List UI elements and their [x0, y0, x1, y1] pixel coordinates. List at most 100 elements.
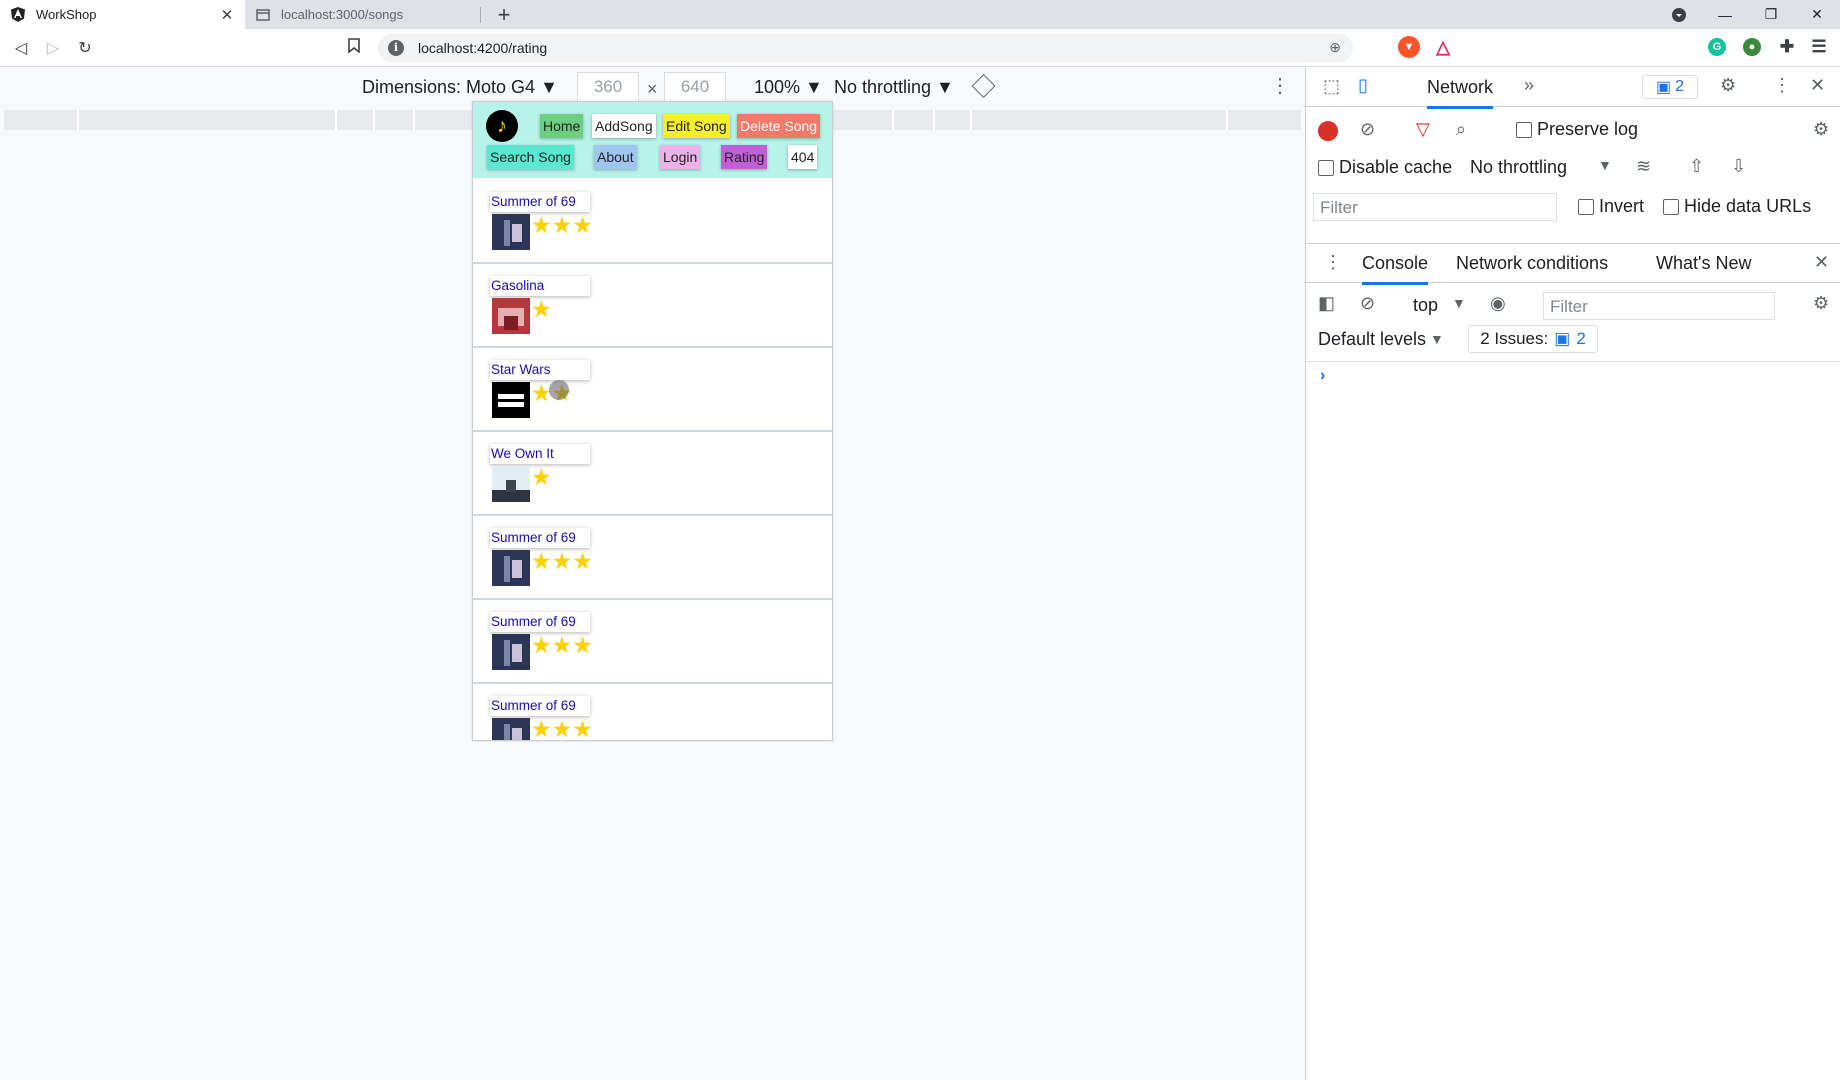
- browser-toolbar: ◁ ▷ ↻ i localhost:4200/rating ⊕ ▼ △ G ● …: [0, 29, 1840, 67]
- minimize-icon[interactable]: —: [1702, 0, 1748, 29]
- tab-network[interactable]: Network: [1427, 77, 1494, 109]
- tab-network-conditions[interactable]: Network conditions: [1456, 253, 1608, 274]
- new-tab-button[interactable]: +: [490, 0, 518, 29]
- song-card: Summer of 69 ★★★: [473, 684, 832, 740]
- tab-whats-new[interactable]: What's New: [1656, 253, 1751, 274]
- nav-rating-button[interactable]: Rating: [721, 145, 768, 169]
- star-rating[interactable]: ★★★: [531, 546, 593, 576]
- extensions-puzzle-icon[interactable]: ✚: [1776, 36, 1798, 58]
- close-drawer-icon[interactable]: ✕: [1814, 252, 1829, 273]
- levels-dropdown-icon[interactable]: ▼: [1430, 331, 1444, 347]
- album-thumbnail: [492, 550, 530, 586]
- star-rating[interactable]: ★★★: [531, 210, 593, 240]
- menu-icon[interactable]: ☰: [1808, 36, 1830, 58]
- console-settings-icon[interactable]: ⚙: [1813, 293, 1829, 314]
- nav-add-song-button[interactable]: AddSong: [592, 114, 656, 138]
- live-expression-eye-icon[interactable]: ◉: [1490, 293, 1506, 314]
- tab-localhost-3000[interactable]: localhost:3000/songs: [245, 0, 481, 29]
- more-tabs-icon[interactable]: »: [1524, 75, 1534, 96]
- sidebar-toggle-icon[interactable]: ◧: [1318, 293, 1335, 314]
- invert-checkbox[interactable]: [1578, 199, 1594, 216]
- network-settings-icon[interactable]: ⚙: [1813, 119, 1829, 140]
- reload-icon[interactable]: ↻: [74, 38, 96, 58]
- song-title-link[interactable]: We Own It: [490, 444, 590, 464]
- context-select[interactable]: top: [1413, 295, 1438, 316]
- song-title-link[interactable]: Star Wars: [490, 360, 590, 380]
- bookmark-icon[interactable]: [348, 38, 360, 57]
- nav-delete-song-button[interactable]: Delete Song: [737, 114, 821, 138]
- network-filter-input[interactable]: Filter: [1313, 193, 1557, 221]
- tab-workshop[interactable]: WorkShop ✕: [0, 0, 245, 29]
- brave-shield-icon[interactable]: ▼: [1398, 36, 1420, 58]
- device-width-input[interactable]: 360: [577, 72, 639, 102]
- star-rating[interactable]: ★: [531, 294, 552, 324]
- preserve-log-option[interactable]: Preserve log: [1516, 119, 1638, 140]
- settings-gear-icon[interactable]: ⚙: [1720, 75, 1736, 96]
- close-tab-icon[interactable]: ✕: [219, 6, 235, 24]
- nav-search-song-button[interactable]: Search Song: [487, 145, 574, 169]
- star-rating[interactable]: ★★★: [531, 714, 593, 740]
- song-title-link[interactable]: Summer of 69: [490, 612, 590, 632]
- address-bar[interactable]: i localhost:4200/rating ⊕: [378, 34, 1353, 62]
- close-window-icon[interactable]: ✕: [1794, 0, 1840, 29]
- site-info-icon[interactable]: i: [388, 40, 404, 56]
- album-thumbnail: [492, 382, 530, 418]
- clear-console-icon[interactable]: ⊘: [1360, 293, 1375, 314]
- song-title-link[interactable]: Summer of 69: [490, 192, 590, 212]
- device-dimensions-select[interactable]: Dimensions: Moto G4 ▼: [362, 77, 558, 98]
- invert-option[interactable]: Invert: [1578, 196, 1644, 217]
- console-prompt[interactable]: ›: [1320, 367, 1325, 385]
- disable-cache-option[interactable]: Disable cache: [1318, 157, 1452, 178]
- log-levels-select[interactable]: Default levels: [1318, 329, 1426, 350]
- disable-cache-checkbox[interactable]: [1318, 160, 1334, 177]
- nav-home-button[interactable]: Home: [540, 114, 584, 138]
- console-filter-input[interactable]: Filter: [1543, 292, 1775, 320]
- devtools-menu-icon[interactable]: ⋮: [1773, 75, 1791, 96]
- issues-badge[interactable]: ▣ 2: [1642, 75, 1698, 99]
- zoom-select[interactable]: 100% ▼: [754, 77, 823, 98]
- context-dropdown-icon[interactable]: ▼: [1452, 295, 1466, 311]
- tab-search-icon[interactable]: [1656, 0, 1702, 29]
- more-options-icon[interactable]: ⋮: [1270, 73, 1290, 98]
- tab-console[interactable]: Console: [1362, 253, 1429, 285]
- record-icon[interactable]: [1318, 121, 1338, 141]
- star-rating[interactable]: ★★★: [531, 630, 593, 660]
- grammarly-icon[interactable]: G: [1708, 38, 1726, 56]
- device-toggle-icon[interactable]: ▯: [1358, 75, 1368, 96]
- drawer-tabbar: ⋮ Console Network conditions What's New …: [1306, 243, 1840, 285]
- close-devtools-icon[interactable]: ✕: [1810, 75, 1825, 96]
- back-icon[interactable]: ◁: [10, 38, 32, 58]
- device-height-input[interactable]: 640: [664, 72, 726, 102]
- song-title-link[interactable]: Gasolina: [490, 276, 590, 296]
- search-icon[interactable]: ⌕: [1456, 119, 1466, 140]
- nav-edit-song-button[interactable]: Edit Song: [663, 114, 730, 138]
- drawer-menu-icon[interactable]: ⋮: [1324, 252, 1342, 273]
- forward-icon[interactable]: ▷: [42, 38, 64, 58]
- nav-login-button[interactable]: Login: [660, 145, 701, 169]
- restore-icon[interactable]: ❐: [1748, 0, 1794, 29]
- dropdown-arrow-icon[interactable]: ▼: [1598, 157, 1612, 173]
- star-rating[interactable]: ★: [531, 462, 552, 492]
- network-conditions-icon[interactable]: ≋: [1636, 156, 1651, 177]
- hide-data-urls-option[interactable]: Hide data URLs: [1663, 196, 1811, 217]
- brave-rewards-icon[interactable]: △: [1432, 36, 1454, 58]
- album-thumbnail: [492, 718, 530, 740]
- nav-404-button[interactable]: 404: [788, 145, 818, 169]
- touch-cursor: [549, 380, 569, 400]
- import-har-icon[interactable]: ⇧: [1689, 156, 1704, 177]
- extension-globe-icon[interactable]: ●: [1743, 38, 1761, 56]
- inspect-element-icon[interactable]: ⬚: [1323, 76, 1340, 97]
- throttling-select[interactable]: No throttling ▼: [834, 77, 954, 98]
- song-title-link[interactable]: Summer of 69: [490, 528, 590, 548]
- song-title-link[interactable]: Summer of 69: [490, 696, 590, 716]
- network-throttling-select[interactable]: No throttling: [1470, 157, 1567, 178]
- issues-button[interactable]: 2 Issues: ▣ 2: [1468, 325, 1598, 353]
- preserve-log-checkbox[interactable]: [1516, 122, 1532, 139]
- filter-icon[interactable]: ▽: [1416, 119, 1430, 140]
- export-har-icon[interactable]: ⇩: [1731, 156, 1746, 177]
- zoom-icon[interactable]: ⊕: [1329, 39, 1341, 56]
- nav-about-button[interactable]: About: [594, 145, 637, 169]
- clear-icon[interactable]: ⊘: [1360, 119, 1375, 140]
- music-note-icon[interactable]: ♪: [486, 110, 518, 142]
- hide-data-urls-checkbox[interactable]: [1663, 199, 1679, 216]
